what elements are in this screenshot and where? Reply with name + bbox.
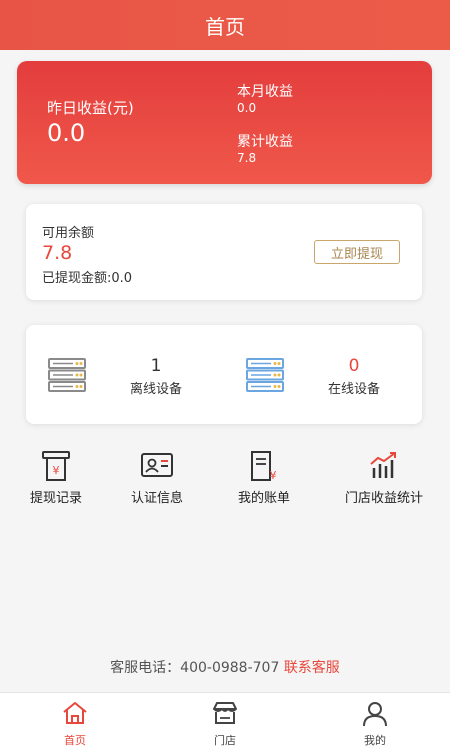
shortcut-label: 我的账单 — [237, 491, 290, 506]
shortcut-menu: ¥ 提现记录 认证信息 ¥ 我的账单 门店收益统计 — [0, 450, 450, 510]
withdraw-records-shortcut[interactable]: ¥ 提现记录 — [0, 450, 112, 510]
tab-mine[interactable]: 我的 — [300, 693, 450, 750]
svg-text:¥: ¥ — [270, 469, 277, 482]
server-icon — [48, 358, 86, 396]
customer-service-bar: 客服电话：400-0988-707 联系客服 — [0, 657, 450, 677]
verification-info-shortcut[interactable]: 认证信息 — [101, 450, 213, 510]
offline-devices[interactable]: 1 离线设备 — [26, 325, 224, 424]
tab-home[interactable]: 首页 — [0, 693, 150, 750]
store-earnings-stats-shortcut[interactable]: 门店收益统计 — [328, 450, 440, 510]
bar-chart-icon — [368, 450, 400, 484]
tab-store[interactable]: 门店 — [150, 693, 300, 750]
offline-device-label: 离线设备 — [129, 382, 182, 397]
id-card-icon — [140, 450, 174, 484]
my-bills-shortcut[interactable]: ¥ 我的账单 — [208, 450, 320, 510]
store-icon — [211, 700, 239, 730]
online-devices[interactable]: 0 在线设备 — [224, 325, 422, 424]
tab-label: 首页 — [64, 734, 86, 747]
shortcut-label: 门店收益统计 — [344, 491, 423, 506]
contact-service-link[interactable]: 联系客服 — [284, 660, 340, 676]
user-icon — [361, 700, 389, 732]
yesterday-earnings-value: 0.0 — [47, 119, 86, 147]
tab-label: 我的 — [364, 734, 386, 747]
total-earnings-label: 累计收益 — [237, 134, 293, 150]
page-title: 首页 — [205, 14, 245, 39]
withdrawn-amount: 已提现金额:0.0 — [42, 271, 133, 286]
month-earnings-label: 本月收益 — [237, 84, 293, 100]
total-earnings-value: 7.8 — [237, 151, 257, 165]
page-header: 首页 — [0, 0, 450, 50]
month-earnings-value: 0.0 — [237, 101, 257, 115]
bill-icon: ¥ — [248, 450, 280, 486]
online-device-label: 在线设备 — [327, 382, 380, 397]
service-phone: 客服电话：400-0988-707 — [110, 660, 280, 676]
earnings-card: 昨日收益(元) 0.0 本月收益 0.0 累计收益 7.8 — [17, 61, 432, 184]
online-device-count: 0 — [348, 356, 360, 376]
balance-card: 可用余额 7.8 已提现金额:0.0 立即提现 — [26, 204, 422, 300]
bottom-tab-bar: 首页 门店 我的 — [0, 692, 450, 750]
server-icon — [246, 358, 284, 396]
shortcut-label: 认证信息 — [130, 491, 183, 506]
balance-label: 可用余额 — [42, 226, 95, 241]
home-icon — [61, 700, 89, 730]
balance-value: 7.8 — [42, 242, 73, 264]
device-card: 1 离线设备 0 在线设备 — [26, 325, 422, 424]
offline-device-count: 1 — [150, 356, 162, 376]
shortcut-label: 提现记录 — [29, 491, 82, 506]
yesterday-earnings-label: 昨日收益(元) — [47, 99, 134, 117]
svg-text:¥: ¥ — [53, 464, 60, 477]
withdraw-button[interactable]: 立即提现 — [314, 240, 400, 264]
atm-withdraw-icon: ¥ — [41, 450, 71, 486]
tab-label: 门店 — [214, 734, 236, 747]
